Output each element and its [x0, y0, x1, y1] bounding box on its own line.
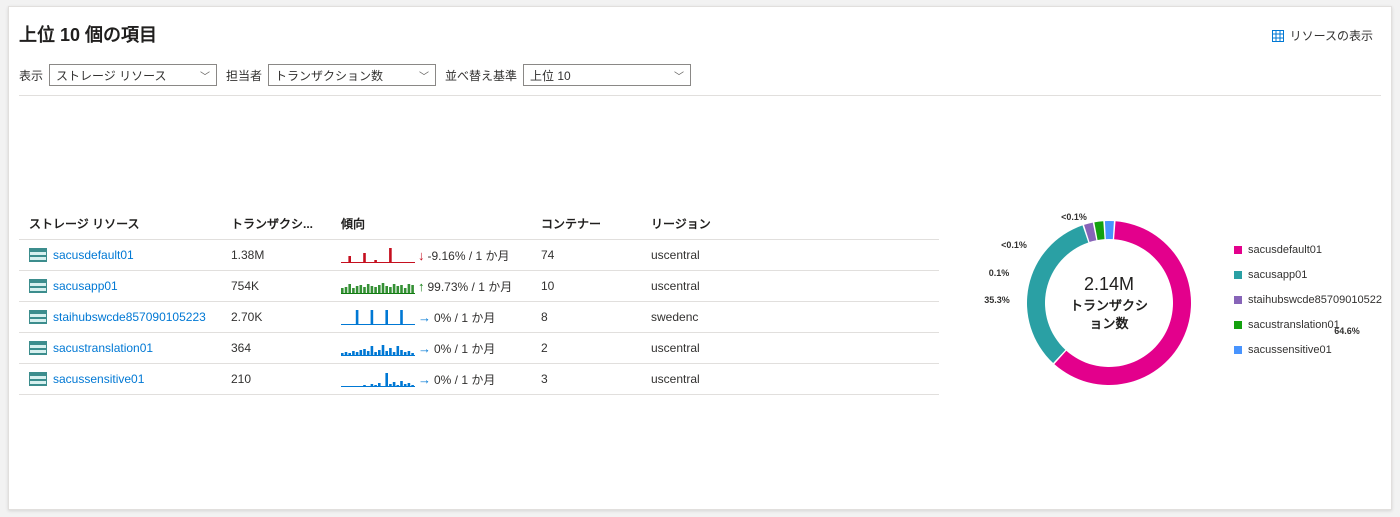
- transactions-cell: 364: [221, 332, 331, 364]
- legend-swatch: [1234, 295, 1242, 304]
- trend-arrow-icon: ↓: [418, 247, 425, 263]
- transactions-cell: 2.70K: [221, 301, 331, 333]
- assignee-label: 担当者: [226, 68, 263, 83]
- column-header-containers[interactable]: コンテナー: [531, 207, 641, 240]
- resource-link[interactable]: sacussensitive01: [53, 372, 144, 386]
- resource-link[interactable]: sacusdefault01: [53, 248, 134, 262]
- legend-swatch: [1234, 245, 1242, 254]
- containers-cell: 2: [531, 332, 641, 364]
- storage-account-icon: [29, 310, 47, 324]
- column-header-resource[interactable]: ストレージ リソース: [19, 207, 221, 240]
- view-resources-link[interactable]: リソースの表示: [1271, 27, 1373, 44]
- storage-account-icon: [29, 341, 47, 355]
- filter-bar: 表示 ストレージ リソース ﹀ 担当者 トランザクション数 ﹀ 並べ替え基準 上…: [19, 64, 700, 86]
- legend-label: sacustranslation01: [1248, 318, 1340, 331]
- column-header-trend[interactable]: 傾向: [331, 207, 531, 240]
- legend-swatch: [1234, 270, 1242, 279]
- slice-percent-label: <0.1%: [1061, 212, 1087, 222]
- donut-center-label: トランザクシ: [1070, 298, 1148, 313]
- slice-percent-label: 35.3%: [984, 295, 1010, 305]
- display-label: 表示: [19, 68, 44, 83]
- chart-legend: sacusdefault01 sacusapp01 staihubswcde8570…: [1234, 237, 1382, 362]
- display-dropdown[interactable]: ストレージ リソース ﹀: [49, 64, 218, 86]
- trend-sparkline: [341, 373, 415, 387]
- trend-value: 0% / 1 か月: [434, 310, 496, 325]
- top-items-card: 上位 10 個の項目 リソースの表示 表示 ストレージ リソース ﹀ 担当者 ト…: [8, 6, 1392, 510]
- donut-slice-sacusapp01[interactable]: [1027, 225, 1089, 364]
- legend-label: sacussensitive01: [1248, 343, 1332, 356]
- display-value: ストレージ リソース: [56, 68, 167, 83]
- donut-slice-sacustranslation01[interactable]: [1094, 221, 1105, 241]
- trend-arrow-icon: →: [418, 371, 431, 387]
- legend-swatch: [1234, 320, 1242, 329]
- assignee-dropdown[interactable]: トランザクション数 ﹀: [268, 64, 437, 86]
- transactions-cell: 1.38M: [221, 239, 331, 271]
- sort-label: 並べ替え基準: [445, 68, 518, 83]
- chevron-down-icon: ﹀: [674, 71, 685, 83]
- donut-center-label: ョン数: [1089, 316, 1129, 331]
- trend-arrow-icon: →: [418, 309, 431, 325]
- legend-item[interactable]: sacustranslation01: [1234, 312, 1382, 337]
- trend-arrow-icon: ↑: [418, 278, 425, 294]
- legend-label: sacusapp01: [1248, 268, 1308, 281]
- legend-label: staihubswcde85709010522: [1248, 293, 1382, 306]
- region-cell: uscentral: [641, 363, 939, 395]
- slice-percent-label: 0.1%: [989, 268, 1010, 278]
- trend-sparkline: [341, 345, 415, 356]
- table-row: sacustranslation01 364 → 0% / 1 か月 2 usc…: [19, 332, 939, 364]
- legend-item[interactable]: sacusdefault01: [1234, 237, 1382, 262]
- resource-link[interactable]: sacusapp01: [53, 279, 118, 293]
- trend-value: -9.16% / 1 か月: [427, 248, 510, 263]
- trend-sparkline: [341, 248, 415, 263]
- chevron-down-icon: ﹀: [200, 71, 211, 83]
- assignee-value: トランザクション数: [275, 68, 384, 83]
- sort-value: 上位 10: [530, 68, 571, 83]
- region-cell: uscentral: [641, 332, 939, 364]
- region-cell: swedenc: [641, 301, 939, 333]
- legend-item[interactable]: sacussensitive01: [1234, 337, 1382, 362]
- resource-link[interactable]: sacustranslation01: [53, 341, 153, 355]
- donut-center-value: 2.14M: [1084, 274, 1134, 294]
- resource-table: ストレージ リソース トランザクシ... 傾向 コンテナー リージョン sacu…: [19, 207, 939, 395]
- divider: [19, 95, 1381, 96]
- trend-value: 0% / 1 か月: [434, 341, 496, 356]
- trend-sparkline: [341, 310, 415, 325]
- table-row: sacusapp01 754K ↑ 99.73% / 1 か月 10 uscen…: [19, 270, 939, 302]
- page-title: 上位 10 個の項目: [19, 25, 158, 45]
- grid-icon: [1271, 29, 1284, 42]
- trend-value: 0% / 1 か月: [434, 372, 496, 387]
- chevron-down-icon: ﹀: [419, 71, 430, 83]
- containers-cell: 8: [531, 301, 641, 333]
- trend-value: 99.73% / 1 か月: [427, 279, 513, 294]
- storage-account-icon: [29, 279, 47, 293]
- trend-arrow-icon: →: [418, 340, 431, 356]
- slice-percent-label: <0.1%: [1001, 240, 1027, 250]
- legend-label: sacusdefault01: [1248, 243, 1322, 256]
- donut-slice-sacussensitive01[interactable]: [1104, 221, 1114, 240]
- storage-account-icon: [29, 372, 47, 386]
- containers-cell: 10: [531, 270, 641, 302]
- transactions-cell: 210: [221, 363, 331, 395]
- legend-item[interactable]: sacusapp01: [1234, 262, 1382, 287]
- containers-cell: 3: [531, 363, 641, 395]
- column-header-transactions[interactable]: トランザクシ...: [221, 207, 331, 240]
- legend-item[interactable]: staihubswcde85709010522: [1234, 287, 1382, 312]
- resource-link[interactable]: staihubswcde857090105223: [53, 310, 206, 324]
- containers-cell: 74: [531, 239, 641, 271]
- region-cell: uscentral: [641, 239, 939, 271]
- trend-sparkline: [341, 283, 415, 294]
- table-row: sacusdefault01 1.38M ↓ -9.16% / 1 か月 74 …: [19, 239, 939, 271]
- table-row: staihubswcde857090105223 2.70K → 0% / 1 …: [19, 301, 939, 333]
- sort-dropdown[interactable]: 上位 10 ﹀: [523, 64, 692, 86]
- transactions-cell: 754K: [221, 270, 331, 302]
- table-row: sacussensitive01 210 → 0% / 1 か月 3 uscen…: [19, 363, 939, 395]
- column-header-region[interactable]: リージョン: [641, 207, 939, 240]
- storage-account-icon: [29, 248, 47, 262]
- legend-swatch: [1234, 345, 1242, 354]
- region-cell: uscentral: [641, 270, 939, 302]
- view-resources-label: リソースの表示: [1289, 29, 1373, 43]
